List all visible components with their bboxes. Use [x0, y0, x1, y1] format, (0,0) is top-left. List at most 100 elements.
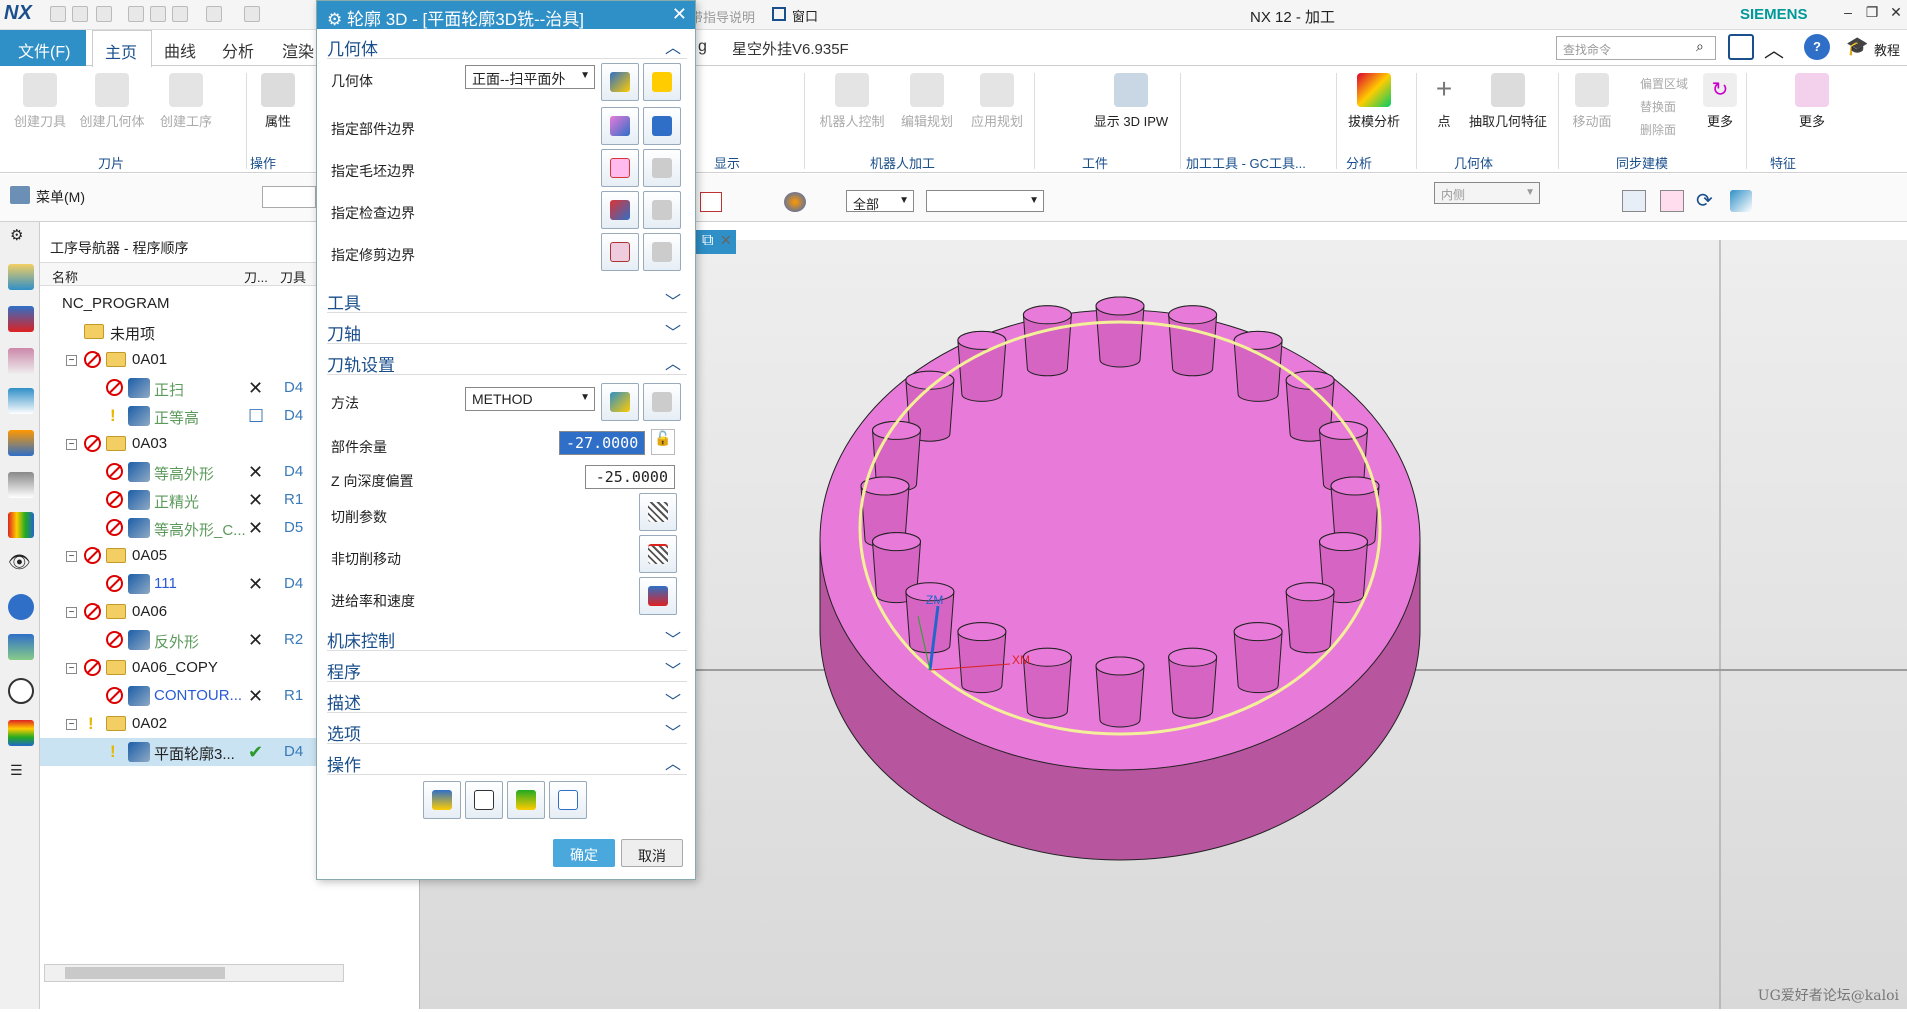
part-model[interactable]: XM ZM	[819, 296, 1421, 861]
paste-icon[interactable]	[172, 6, 188, 22]
part-boundary-button[interactable]	[601, 107, 639, 145]
palette-icon[interactable]	[8, 720, 34, 746]
collapse-icon[interactable]: −	[66, 719, 77, 730]
menu-button[interactable]: 菜单(M)	[36, 187, 85, 207]
collapse-ribbon-icon[interactable]: ︿	[1764, 34, 1784, 63]
part-navigator-icon[interactable]	[8, 472, 34, 498]
part-boundary-display-button[interactable]	[643, 107, 681, 145]
layer-icon[interactable]	[1660, 190, 1684, 212]
settings-icon[interactable]: ⚙	[10, 226, 23, 244]
column-tool-short[interactable]: 刀...	[244, 267, 268, 286]
tutorial-icon[interactable]: 🎓	[1846, 36, 1868, 57]
section-description[interactable]: 描述 ﹀	[327, 685, 687, 713]
close-window-button[interactable]: ✕	[1884, 4, 1907, 21]
roles-icon[interactable]: ☰	[10, 762, 23, 779]
cut-icon[interactable]	[128, 6, 144, 22]
check-boundary-display-button[interactable]	[643, 191, 681, 229]
inside-select[interactable]: 内侧	[1434, 182, 1540, 204]
section-program[interactable]: 程序 ﹀	[327, 654, 687, 682]
file-menu-button[interactable]: 文件(F)	[0, 30, 86, 66]
method-select[interactable]: METHOD	[465, 387, 595, 411]
collapse-icon[interactable]: −	[66, 607, 77, 618]
geometry-navigator-icon[interactable]	[8, 348, 34, 374]
new-geometry-button[interactable]	[601, 63, 639, 101]
edit-geometry-button[interactable]	[643, 63, 681, 101]
cutting-params-button[interactable]	[639, 493, 677, 531]
section-geometry[interactable]: 几何体 ︿	[327, 31, 687, 59]
snap-icon[interactable]	[700, 192, 722, 212]
search-icon[interactable]: ⌕	[1696, 38, 1704, 55]
point-button[interactable]: + 点	[1424, 73, 1464, 130]
viewport-tab-close[interactable]: ✕	[720, 232, 732, 249]
column-tool[interactable]: 刀具	[280, 267, 306, 286]
section-machine-control[interactable]: 机床控制 ﹀	[327, 623, 687, 651]
tab-partial[interactable]: g	[698, 38, 707, 56]
fullscreen-icon[interactable]	[1728, 34, 1754, 60]
undo-icon[interactable]	[72, 6, 88, 22]
reuse-library-icon[interactable]	[8, 512, 34, 538]
restore-button[interactable]: ❐	[1860, 4, 1884, 21]
scrollbar-thumb[interactable]	[65, 967, 225, 979]
selection-filter-select[interactable]	[926, 190, 1044, 212]
list-toolpath-button[interactable]	[549, 781, 587, 819]
web-browser-icon[interactable]	[8, 594, 34, 620]
history-icon[interactable]	[8, 634, 34, 660]
verify-toolpath-button[interactable]	[507, 781, 545, 819]
rotate-icon[interactable]: ⟳	[1696, 188, 1713, 213]
z-depth-offset-input[interactable]: -25.0000	[585, 465, 675, 489]
lock-icon[interactable]: 🔓	[651, 429, 675, 455]
save-icon[interactable]	[50, 6, 66, 22]
tab-analysis[interactable]: 分析	[222, 38, 254, 62]
ok-button[interactable]: 确定	[553, 839, 615, 867]
blank-boundary-display-button[interactable]	[643, 149, 681, 187]
apply-plan-button[interactable]: 应用规划	[962, 73, 1032, 130]
non-cutting-moves-button[interactable]	[639, 535, 677, 573]
type-filter-select[interactable]	[262, 186, 316, 208]
redo-icon[interactable]	[96, 6, 112, 22]
check-boundary-button[interactable]	[601, 191, 639, 229]
filter-scope-select[interactable]: 全部	[846, 190, 914, 212]
replay-toolpath-button[interactable]	[465, 781, 503, 819]
column-name[interactable]: 名称	[52, 267, 78, 286]
dialog-title-bar[interactable]: ⚙ 轮廓 3D - [平面轮廓3D铣--治具]	[317, 1, 695, 29]
edit-method-button[interactable]	[643, 383, 681, 421]
extract-geometry-button[interactable]: 抽取几何特征	[1464, 73, 1552, 130]
collapse-icon[interactable]: −	[66, 663, 77, 674]
offset-region-button[interactable]: 偏置区域	[1640, 75, 1688, 92]
generate-toolpath-button[interactable]	[423, 781, 461, 819]
create-operation-button[interactable]: 创建工序	[154, 73, 218, 130]
section-options[interactable]: 选项 ﹀	[327, 716, 687, 744]
properties-button[interactable]: 属性	[252, 73, 304, 130]
section-actions[interactable]: 操作 ︿	[327, 747, 687, 775]
view-icon[interactable]	[1622, 190, 1646, 212]
create-geometry-button[interactable]: 创建几何体	[76, 73, 148, 130]
window-menu[interactable]: 窗口	[792, 6, 818, 25]
show-3d-ipw-button[interactable]: 显示 3D IPW	[1088, 73, 1174, 130]
draft-analysis-button[interactable]: 拔模分析	[1342, 73, 1406, 130]
section-tool-axis[interactable]: 刀轴 ﹀	[327, 316, 687, 344]
part-stock-input[interactable]: -27.0000	[559, 431, 645, 455]
sync-more-button[interactable]: ↻ 更多	[1698, 73, 1742, 130]
assembly-navigator-icon[interactable]	[8, 430, 34, 456]
select-icon[interactable]	[206, 6, 222, 22]
collapse-icon[interactable]: −	[66, 551, 77, 562]
trim-boundary-button[interactable]	[601, 233, 639, 271]
machine-tool-navigator-icon[interactable]	[8, 306, 34, 332]
color-palette-icon[interactable]	[784, 192, 806, 212]
horizontal-scrollbar[interactable]	[44, 964, 344, 982]
collapse-icon[interactable]: −	[66, 439, 77, 450]
blank-boundary-button[interactable]	[601, 149, 639, 187]
cancel-button[interactable]: 取消	[621, 839, 683, 867]
dialog-close-button[interactable]: ✕	[672, 4, 687, 25]
robot-control-button[interactable]: 机器人控制	[812, 73, 892, 130]
new-method-button[interactable]	[601, 383, 639, 421]
clock-icon[interactable]	[8, 678, 34, 704]
repeat-icon[interactable]	[244, 6, 260, 22]
geometry-select[interactable]: 正面--扫平面外	[465, 65, 595, 89]
feeds-speeds-button[interactable]	[639, 577, 677, 615]
render-style-icon[interactable]	[1730, 190, 1752, 212]
tutorial-label[interactable]: 教程	[1874, 40, 1900, 59]
create-tool-button[interactable]: 创建刀具	[8, 73, 72, 130]
tab-render[interactable]: 渲染	[282, 38, 314, 62]
method-navigator-icon[interactable]	[8, 388, 34, 414]
